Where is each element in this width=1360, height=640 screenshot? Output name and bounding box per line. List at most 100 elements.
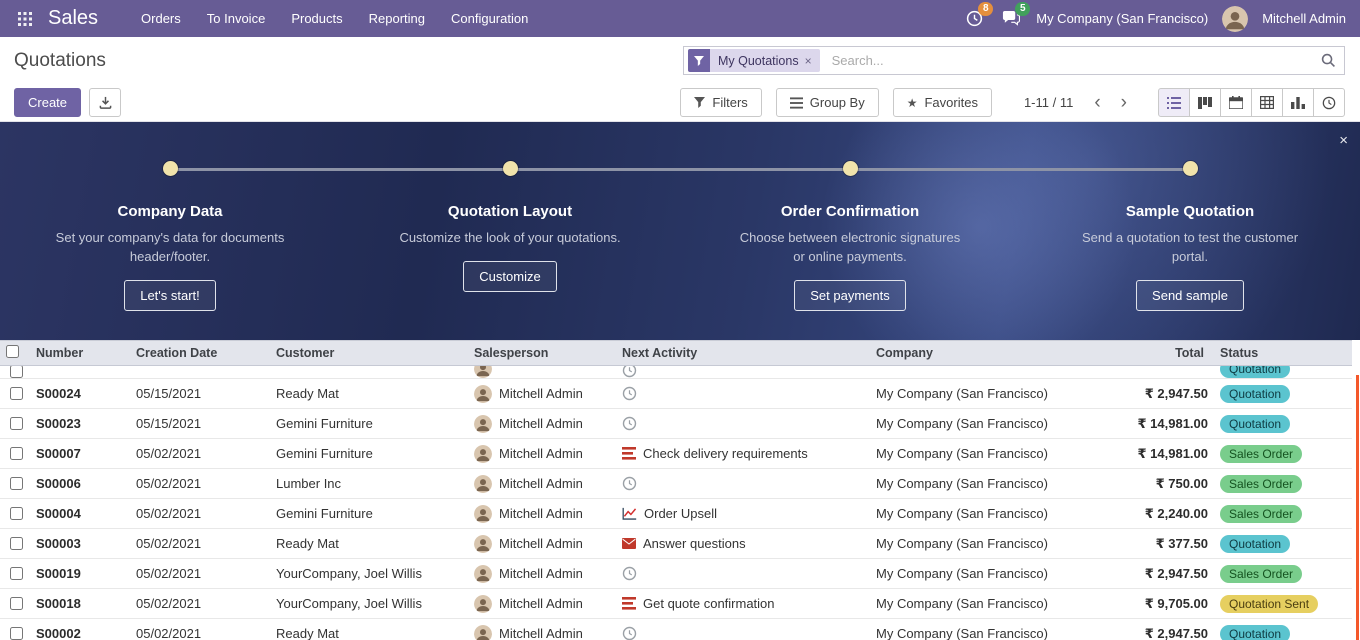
menu-to-invoice[interactable]: To Invoice <box>198 5 275 32</box>
cell-company: My Company (San Francisco) <box>876 566 1048 581</box>
col-total[interactable]: Total <box>1102 341 1214 366</box>
row-checkbox[interactable] <box>10 507 23 520</box>
salesperson-avatar <box>474 565 492 583</box>
top-bar: Sales Orders To Invoice Products Reporti… <box>0 0 1360 37</box>
table-row[interactable]: S00002 05/02/2021 Ready Mat Mitchell Adm… <box>0 619 1352 640</box>
lets-start-button[interactable]: Let's start! <box>124 280 216 311</box>
row-checkbox[interactable] <box>10 366 23 378</box>
create-button[interactable]: Create <box>14 88 81 117</box>
cell-company: My Company (San Francisco) <box>876 536 1048 551</box>
customize-button[interactable]: Customize <box>463 261 556 292</box>
cell-total: ₹ 14,981.00 <box>1138 446 1209 462</box>
filter-facet-icon <box>688 49 710 72</box>
salesperson-avatar <box>474 625 492 640</box>
quotation-list: Number Creation Date Customer Salesperso… <box>0 340 1360 640</box>
col-salesperson[interactable]: Salesperson <box>468 341 616 366</box>
groupby-button[interactable]: Group By <box>776 88 879 117</box>
salesperson-name: Mitchell Admin <box>499 476 583 491</box>
col-number[interactable]: Number <box>30 341 130 366</box>
cell-company: My Company (San Francisco) <box>876 416 1048 431</box>
cell-number: S00003 <box>36 536 81 551</box>
apps-menu-icon[interactable] <box>14 8 36 30</box>
status-badge: Quotation <box>1220 415 1290 433</box>
row-checkbox[interactable] <box>10 417 23 430</box>
view-kanban-icon[interactable] <box>1189 88 1221 117</box>
view-calendar-icon[interactable] <box>1220 88 1252 117</box>
table-row[interactable]: S00004 05/02/2021 Gemini Furniture Mitch… <box>0 499 1352 529</box>
cell-total: ₹ 14,981.00 <box>1138 416 1209 432</box>
activities-badge: 8 <box>978 2 993 16</box>
activities-icon[interactable]: 8 <box>964 8 985 29</box>
col-next-activity[interactable]: Next Activity <box>616 341 870 366</box>
menu-orders[interactable]: Orders <box>132 5 190 32</box>
row-checkbox[interactable] <box>10 537 23 550</box>
view-pivot-icon[interactable] <box>1251 88 1283 117</box>
status-badge: Sales Order <box>1220 565 1302 583</box>
clock-activity-icon[interactable] <box>622 566 637 581</box>
table-row[interactable]: S00006 05/02/2021 Lumber Inc Mitchell Ad… <box>0 469 1352 499</box>
menu-reporting[interactable]: Reporting <box>360 5 434 32</box>
search-icon[interactable] <box>1312 53 1344 68</box>
view-activity-icon[interactable] <box>1313 88 1345 117</box>
send-sample-button[interactable]: Send sample <box>1136 280 1244 311</box>
table-row[interactable]: S00024 05/15/2021 Ready Mat Mitchell Adm… <box>0 379 1352 409</box>
cell-company: My Company (San Francisco) <box>876 476 1048 491</box>
row-checkbox[interactable] <box>10 447 23 460</box>
company-switcher[interactable]: My Company (San Francisco) <box>1036 11 1208 26</box>
col-company[interactable]: Company <box>870 341 1102 366</box>
col-status[interactable]: Status <box>1214 341 1352 366</box>
set-payments-button[interactable]: Set payments <box>794 280 906 311</box>
export-icon[interactable] <box>89 88 121 117</box>
chart-activity-icon[interactable] <box>622 507 637 520</box>
cell-customer: YourCompany, Joel Willis <box>276 566 422 581</box>
view-list-icon[interactable] <box>1158 88 1190 117</box>
col-creation-date[interactable]: Creation Date <box>130 341 270 366</box>
view-graph-icon[interactable] <box>1282 88 1314 117</box>
table-row[interactable]: S00007 05/02/2021 Gemini Furniture Mitch… <box>0 439 1352 469</box>
cell-date: 05/15/2021 <box>136 416 201 431</box>
table-row[interactable]: Quotation <box>0 366 1352 379</box>
clock-activity-icon[interactable] <box>622 626 637 640</box>
col-customer[interactable]: Customer <box>270 341 468 366</box>
status-badge: Quotation <box>1220 366 1290 378</box>
cell-number: S00007 <box>36 446 81 461</box>
app-title[interactable]: Sales <box>48 7 98 30</box>
vertical-scrollbar[interactable] <box>1356 375 1359 640</box>
pager-next-icon[interactable]: › <box>1112 93 1136 112</box>
cell-customer: Gemini Furniture <box>276 446 373 461</box>
table-row[interactable]: S00023 05/15/2021 Gemini Furniture Mitch… <box>0 409 1352 439</box>
clock-activity-icon[interactable] <box>622 476 637 491</box>
page-title: Quotations <box>14 50 106 72</box>
table-row[interactable]: S00018 05/02/2021 YourCompany, Joel Will… <box>0 589 1352 619</box>
salesperson-name: Mitchell Admin <box>499 596 583 611</box>
row-checkbox[interactable] <box>10 627 23 640</box>
menu-configuration[interactable]: Configuration <box>442 5 537 32</box>
search-input[interactable] <box>824 53 1312 68</box>
messages-icon[interactable]: 5 <box>999 8 1022 29</box>
clock-activity-icon[interactable] <box>622 366 637 378</box>
search-facet[interactable]: My Quotations × <box>688 49 820 72</box>
row-checkbox[interactable] <box>10 387 23 400</box>
clock-activity-icon[interactable] <box>622 386 637 401</box>
pager-previous-icon[interactable]: ‹ <box>1085 93 1109 112</box>
cell-number: S00024 <box>36 386 81 401</box>
tasks-activity-icon[interactable] <box>622 597 636 610</box>
favorites-button[interactable]: ★ Favorites <box>893 88 992 117</box>
search-bar[interactable]: My Quotations × <box>683 46 1345 75</box>
user-menu[interactable]: Mitchell Admin <box>1262 11 1346 26</box>
facet-remove-icon[interactable]: × <box>805 55 812 67</box>
user-avatar[interactable] <box>1222 6 1248 32</box>
filters-button[interactable]: Filters <box>680 88 761 117</box>
envelope-activity-icon[interactable] <box>622 538 636 549</box>
menu-products[interactable]: Products <box>282 5 351 32</box>
row-checkbox[interactable] <box>10 477 23 490</box>
row-checkbox[interactable] <box>10 597 23 610</box>
row-checkbox[interactable] <box>10 567 23 580</box>
salesperson-avatar <box>474 415 492 433</box>
table-row[interactable]: S00019 05/02/2021 YourCompany, Joel Will… <box>0 559 1352 589</box>
select-all-checkbox[interactable] <box>6 345 19 358</box>
clock-activity-icon[interactable] <box>622 416 637 431</box>
table-row[interactable]: S00003 05/02/2021 Ready Mat Mitchell Adm… <box>0 529 1352 559</box>
tasks-activity-icon[interactable] <box>622 447 636 460</box>
status-badge: Quotation <box>1220 385 1290 403</box>
